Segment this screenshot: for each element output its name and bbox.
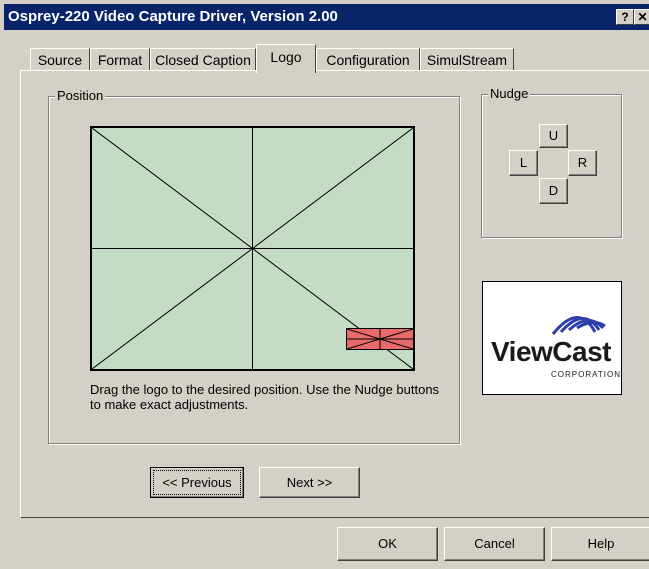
cancel-button[interactable]: Cancel xyxy=(444,527,545,561)
logo-sub-text: CORPORATION xyxy=(551,370,621,379)
logo-position-marker[interactable] xyxy=(346,328,414,350)
ok-button[interactable]: OK xyxy=(337,527,438,561)
viewcast-logo: ViewCast CORPORATION xyxy=(482,281,622,395)
position-hint: Drag the logo to the desired position. U… xyxy=(90,382,440,412)
help-button[interactable]: Help xyxy=(551,527,649,561)
next-button[interactable]: Next >> xyxy=(259,467,360,498)
nudge-group-label: Nudge xyxy=(488,86,531,101)
logo-brand-text: ViewCast xyxy=(491,336,612,367)
window-title: Osprey-220 Video Capture Driver, Version… xyxy=(8,8,338,25)
tab-source[interactable]: Source xyxy=(30,48,90,71)
tab-format[interactable]: Format xyxy=(90,48,150,71)
nudge-up-button[interactable]: U xyxy=(539,124,568,148)
close-icon[interactable]: ✕ xyxy=(634,9,649,25)
nudge-right-button[interactable]: R xyxy=(568,150,597,176)
tab-logo[interactable]: Logo xyxy=(256,44,316,73)
nudge-left-button[interactable]: L xyxy=(509,150,538,176)
tab-configuration[interactable]: Configuration xyxy=(316,48,420,71)
logo-marker-shape xyxy=(347,329,413,349)
position-group-label: Position xyxy=(55,88,106,103)
tab-closed-caption[interactable]: Closed Caption xyxy=(150,48,256,71)
nudge-group: Nudge xyxy=(481,86,622,238)
nudge-down-button[interactable]: D xyxy=(539,178,568,204)
title-bar[interactable]: Osprey-220 Video Capture Driver, Version… xyxy=(4,4,649,30)
tab-simulstream[interactable]: SimulStream xyxy=(420,48,514,71)
dialog-window: Osprey-220 Video Capture Driver, Version… xyxy=(0,0,649,569)
previous-button[interactable]: << Previous xyxy=(150,467,244,498)
help-icon[interactable]: ? xyxy=(616,9,634,25)
